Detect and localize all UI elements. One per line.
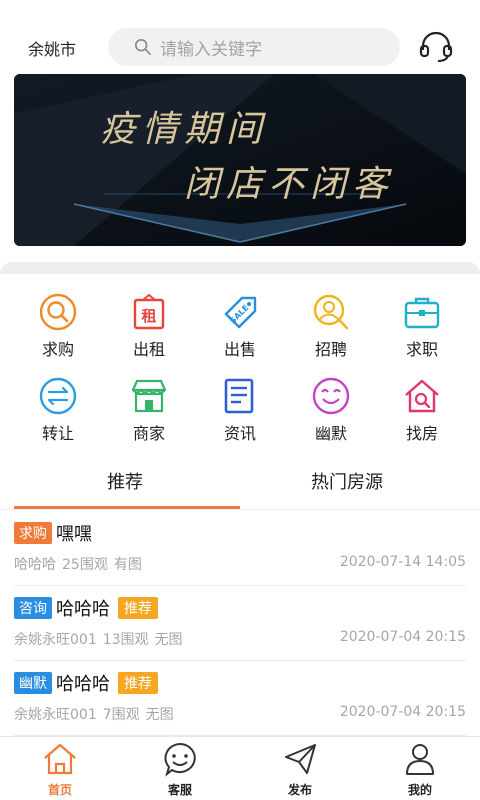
- banner-headline-2: 闭店不闭客: [184, 164, 395, 205]
- top-bar: 余姚市 请输入关键字: [0, 0, 480, 74]
- category-shangjia[interactable]: 商家: [104, 376, 194, 444]
- house-search-icon: [405, 379, 439, 413]
- nav-label: 我的: [407, 783, 432, 797]
- category-label: 求职: [405, 340, 438, 359]
- post-author: 哈哈哈: [14, 557, 56, 573]
- post-author: 余姚永旺001: [14, 632, 97, 648]
- category-label: 转让: [41, 424, 74, 443]
- briefcase-icon: [404, 297, 440, 329]
- magnifier-circle-icon: [39, 293, 77, 331]
- post-meta: 余姚永旺001 7围观 无图: [14, 704, 180, 724]
- nav-label: 发布: [287, 783, 312, 797]
- nav-label: 首页: [47, 783, 72, 797]
- category-label: 求购: [41, 340, 74, 359]
- post-date: 2020-07-14 14:05: [339, 554, 466, 570]
- post-author: 余姚永旺001: [14, 707, 97, 723]
- nav-home[interactable]: 首页: [20, 741, 100, 798]
- post-meta: 哈哈哈 25围观 有图: [14, 554, 148, 574]
- content-tabs: 推荐 热门房源: [0, 458, 480, 510]
- category-label: 商家: [132, 424, 165, 443]
- city-selector[interactable]: 余姚市: [28, 36, 76, 60]
- category-zhaofang[interactable]: 找房: [377, 376, 467, 444]
- headset-icon[interactable]: [418, 30, 454, 64]
- recommend-badge: 推荐: [118, 597, 158, 619]
- category-chushou[interactable]: SALE 出售: [195, 292, 285, 360]
- nav-label: 客服: [167, 783, 192, 797]
- category-label: 出租: [132, 340, 165, 359]
- svg-text:SALE: SALE: [228, 303, 250, 325]
- post-date: 2020-07-04 20:15: [339, 629, 466, 645]
- search-placeholder: 请输入关键字: [160, 39, 262, 60]
- post-meta: 余姚永旺001 13围观 无图: [14, 629, 189, 649]
- category-qiuzhi[interactable]: 求职: [377, 292, 467, 360]
- search-box[interactable]: 请输入关键字: [108, 28, 400, 66]
- category-label: 找房: [405, 424, 438, 443]
- nav-mine[interactable]: 我的: [380, 741, 460, 798]
- category-zhaopin[interactable]: 招聘: [286, 292, 376, 360]
- category-zixun[interactable]: 资讯: [195, 376, 285, 444]
- transfer-arrows-icon: [39, 377, 77, 415]
- category-chuzu[interactable]: 租 出租: [104, 292, 194, 360]
- post-date: 2020-07-04 20:15: [339, 704, 466, 720]
- category-tag: 求购: [14, 522, 52, 544]
- svg-text:租: 租: [141, 307, 156, 325]
- category-youmo[interactable]: 幽默: [286, 376, 376, 444]
- person-search-icon: [313, 294, 349, 330]
- paper-plane-icon: [285, 744, 316, 774]
- nav-service[interactable]: 客服: [140, 741, 220, 798]
- recommend-badge: 推荐: [118, 672, 158, 694]
- list-item[interactable]: 咨询 哈哈哈 推荐 余姚永旺001 13围观 无图 2020-07-04 20:15: [14, 587, 466, 661]
- nav-publish[interactable]: 发布: [260, 741, 340, 798]
- post-title: 哈哈哈: [56, 674, 110, 695]
- post-title: 哈哈哈: [56, 599, 110, 620]
- category-label: 出售: [223, 340, 256, 359]
- storefront-icon: [131, 379, 167, 413]
- section-divider: [0, 262, 480, 274]
- category-tag: 咨询: [14, 597, 52, 619]
- bottom-nav: 首页 客服 发布 我的: [0, 736, 480, 800]
- tabs-divider: [0, 509, 480, 510]
- list-item[interactable]: 幽默 哈哈哈 推荐 余姚永旺001 7围观 无图 2020-07-04 20:15: [14, 662, 466, 736]
- category-label: 招聘: [314, 340, 347, 359]
- list-item[interactable]: 求购 嘿嘿 哈哈哈 25围观 有图 2020-07-14 14:05: [14, 512, 466, 586]
- category-tag: 幽默: [14, 672, 52, 694]
- user-icon: [406, 744, 434, 775]
- news-document-icon: [224, 378, 254, 414]
- promo-banner[interactable]: 疫情期间 闭店不闭客: [14, 74, 466, 246]
- category-label: 幽默: [314, 424, 347, 443]
- home-icon: [44, 743, 76, 775]
- post-views: 25围观: [62, 557, 108, 573]
- post-image-flag: 无图: [145, 707, 174, 723]
- post-views: 7围观: [102, 707, 140, 723]
- chat-smiley-icon: [164, 742, 196, 777]
- search-icon: [134, 38, 152, 56]
- category-label: 资讯: [223, 424, 256, 443]
- post-image-flag: 无图: [154, 632, 183, 648]
- smiley-icon: [312, 377, 350, 415]
- category-zhuanrang[interactable]: 转让: [13, 376, 103, 444]
- post-title: 嘿嘿: [56, 524, 92, 545]
- banner-headline-1: 疫情期间: [100, 109, 269, 150]
- post-image-flag: 有图: [113, 557, 142, 573]
- category-qiugou[interactable]: 求购: [13, 292, 103, 360]
- tab-recommended[interactable]: 推荐: [107, 468, 143, 494]
- rent-sign-icon: 租: [133, 293, 165, 330]
- tab-hot-houses[interactable]: 热门房源: [311, 468, 383, 494]
- sale-tag-icon: SALE: [224, 296, 257, 329]
- post-views: 13围观: [102, 632, 149, 648]
